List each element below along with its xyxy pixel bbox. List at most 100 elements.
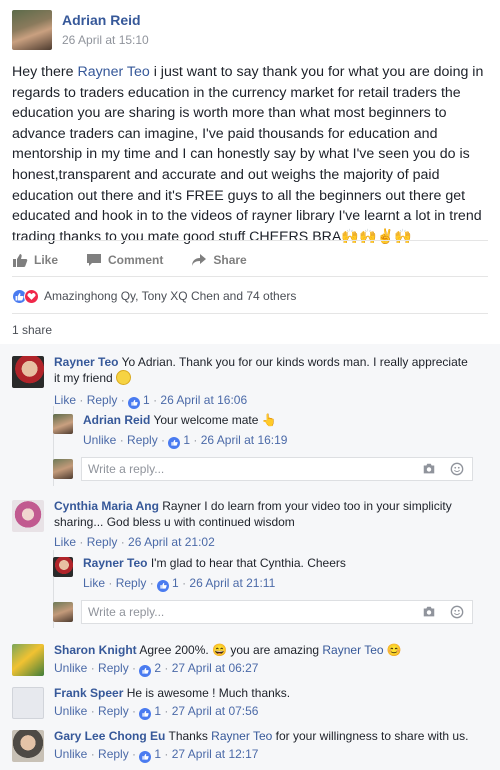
camera-icon[interactable] — [422, 605, 436, 619]
reactions-summary[interactable]: Amazinghong Qy, Tony XQ Chen and 74 othe… — [12, 287, 296, 305]
comment-author[interactable]: Cynthia Maria Ang — [54, 499, 159, 513]
comment-timestamp[interactable]: 27 April at 07:56 — [172, 704, 259, 718]
comment-reply-link[interactable]: Reply — [98, 747, 129, 761]
comment-text-end: for your willingness to share with us. — [272, 729, 469, 743]
post-text-main: i just want to say thank you for what yo… — [12, 64, 484, 245]
camera-icon[interactable] — [422, 462, 436, 476]
comment-body: Sharon Knight Agree 200%. 😄 you are amaz… — [54, 642, 474, 658]
comment-meta: Unlike · Reply · 1 · 26 April at 16:19 — [83, 433, 288, 449]
avatar[interactable] — [12, 644, 44, 676]
emoji-icon[interactable] — [450, 462, 464, 476]
post-text-emoji: 🙌🙌✌🙌 — [341, 228, 413, 245]
comment-like-count[interactable]: 1 — [154, 704, 161, 718]
comment-like-count[interactable]: 2 — [154, 661, 161, 675]
avatar[interactable] — [12, 687, 44, 719]
post-timestamp[interactable]: 26 April at 15:10 — [62, 33, 149, 47]
reply-input[interactable]: Write a reply... — [81, 600, 473, 624]
comment-button[interactable]: Comment — [86, 252, 163, 268]
comment-meta: Unlike · Reply · 1 · 27 April at 07:56 — [54, 704, 259, 720]
comments-section: Rayner Teo Yo Adrian. Thank you for our … — [0, 344, 500, 770]
reply-box: Write a reply... — [53, 457, 473, 481]
comment-timestamp[interactable]: 27 April at 06:27 — [172, 661, 259, 675]
share-count[interactable]: 1 share — [12, 323, 52, 337]
comment-meta: Like · Reply · 1 · 26 April at 21:11 — [83, 576, 276, 592]
emoji-icon[interactable] — [450, 605, 464, 619]
comment-reply-link[interactable]: Reply — [98, 704, 129, 718]
comment-text: Your welcome mate 👆 — [153, 413, 277, 427]
comment-timestamp[interactable]: 26 April at 21:11 — [189, 576, 275, 590]
comment-like-count[interactable]: 1 — [154, 747, 161, 761]
avatar[interactable] — [12, 730, 44, 762]
share-arrow-icon — [192, 254, 207, 266]
comment-timestamp[interactable]: 26 April at 21:02 — [128, 535, 215, 549]
comment-author[interactable]: Frank Speer — [54, 686, 123, 700]
comment-meta: Like · Reply · 26 April at 21:02 — [54, 535, 215, 549]
comment-meta: Like · Reply · 1 · 26 April at 16:06 — [54, 393, 248, 409]
comment-reply-link[interactable]: Reply — [127, 433, 158, 447]
comment-reply-link[interactable]: Reply — [87, 393, 118, 407]
comment-text-end: 😊 — [383, 643, 402, 657]
comment-like-link[interactable]: Unlike — [83, 433, 116, 447]
comment-author[interactable]: Gary Lee Chong Eu — [54, 729, 165, 743]
post-text: Hey there Rayner Teo i just want to say … — [12, 62, 492, 247]
comment-like-count[interactable]: 1 — [172, 576, 179, 590]
avatar[interactable] — [12, 10, 52, 50]
comment-like-link[interactable]: Like — [54, 393, 76, 407]
post-mention-link[interactable]: Rayner Teo — [77, 64, 149, 80]
divider — [12, 276, 488, 277]
comment-body: Rayner Teo I'm glad to hear that Cynthia… — [83, 555, 500, 571]
comment-like-count[interactable]: 1 — [183, 433, 190, 447]
like-count-icon — [157, 579, 170, 592]
comment-like-link[interactable]: Like — [83, 576, 105, 590]
comment-timestamp[interactable]: 26 April at 16:06 — [160, 393, 247, 407]
avatar[interactable] — [12, 500, 44, 532]
post-action-bar: Like Comment Share — [12, 246, 488, 274]
reactions-names[interactable]: Amazinghong Qy, Tony XQ Chen and 74 othe… — [44, 289, 296, 303]
comment-like-count[interactable]: 1 — [143, 393, 150, 407]
reply-placeholder: Write a reply... — [88, 462, 165, 476]
avatar[interactable] — [53, 414, 73, 434]
comment-like-link[interactable]: Unlike — [54, 661, 87, 675]
post-author-name[interactable]: Adrian Reid — [62, 12, 141, 28]
comment-timestamp[interactable]: 27 April at 12:17 — [172, 747, 259, 761]
comment-body: Rayner Teo Yo Adrian. Thank you for our … — [54, 354, 474, 386]
comment: Frank Speer He is awesome ! Much thanks.… — [12, 685, 488, 723]
comment-body: Frank Speer He is awesome ! Much thanks. — [54, 685, 474, 701]
comment-meta: Unlike · Reply · 2 · 27 April at 06:27 — [54, 661, 259, 677]
comment: Sharon Knight Agree 200%. 😄 you are amaz… — [12, 642, 488, 680]
comment-label: Comment — [108, 253, 164, 267]
comment-author[interactable]: Adrian Reid — [83, 413, 150, 427]
thumbs-up-icon — [13, 254, 28, 267]
like-button[interactable]: Like — [12, 252, 58, 268]
avatar[interactable] — [53, 557, 73, 577]
comment-like-link[interactable]: Like — [54, 535, 76, 549]
comment-mention-link[interactable]: Rayner Teo — [322, 643, 383, 657]
comment-author[interactable]: Sharon Knight — [54, 643, 137, 657]
like-count-icon — [168, 436, 181, 449]
reply-comment: Adrian Reid Your welcome mate 👆 Unlike ·… — [53, 412, 483, 452]
share-button[interactable]: Share — [191, 252, 247, 268]
comment-reply-link[interactable]: Reply — [116, 576, 147, 590]
like-count-icon — [128, 396, 141, 409]
comment-author[interactable]: Rayner Teo — [83, 556, 147, 570]
smile-emoji-icon — [116, 370, 132, 385]
comment-mention-link[interactable]: Rayner Teo — [211, 729, 272, 743]
love-reaction-icon — [24, 288, 39, 304]
comment-text-intro: Agree 200%. 😄 you are amazing — [139, 643, 323, 657]
comment-author[interactable]: Rayner Teo — [54, 355, 118, 369]
comment-bubble-icon — [87, 254, 102, 266]
comment-like-link[interactable]: Unlike — [54, 747, 87, 761]
comment-like-link[interactable]: Unlike — [54, 704, 87, 718]
divider — [12, 313, 488, 314]
comment-timestamp[interactable]: 26 April at 16:19 — [201, 433, 288, 447]
reply-input[interactable]: Write a reply... — [81, 457, 473, 481]
avatar — [53, 602, 73, 622]
like-count-icon — [139, 750, 152, 763]
avatar — [53, 459, 73, 479]
like-count-icon — [139, 707, 152, 720]
comment-reply-link[interactable]: Reply — [87, 535, 118, 549]
avatar[interactable] — [12, 356, 44, 388]
comment: Rayner Teo Yo Adrian. Thank you for our … — [12, 354, 488, 414]
comment-reply-link[interactable]: Reply — [98, 661, 129, 675]
comment-text: He is awesome ! Much thanks. — [126, 686, 291, 700]
